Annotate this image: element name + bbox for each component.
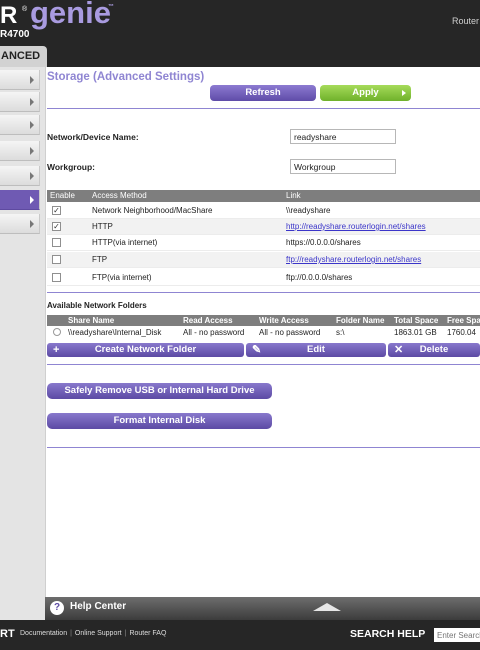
online-support-link[interactable]: Online Support xyxy=(75,630,122,637)
documentation-link[interactable]: Documentation xyxy=(20,630,67,637)
read-access: All - no password xyxy=(183,328,245,337)
folder-radio[interactable] xyxy=(53,328,61,336)
footer-links: Documentation | Online Support | Router FAQ xyxy=(20,630,166,637)
header-access-method: Access Method xyxy=(92,191,147,200)
enable-checkbox[interactable]: ✓ xyxy=(52,222,61,231)
chevron-right-icon xyxy=(30,147,34,155)
brand-registered-mark: ® xyxy=(22,6,28,13)
access-link: https://0.0.0.0/shares xyxy=(286,238,361,247)
enable-checkbox[interactable] xyxy=(52,238,61,247)
edit-button[interactable]: ✎ Edit xyxy=(246,343,386,357)
delete-label: Delete xyxy=(419,344,449,355)
divider xyxy=(47,364,480,365)
divider xyxy=(47,292,480,293)
table-row: HTTP(via internet) https://0.0.0.0/share… xyxy=(47,235,480,251)
folders-table-header: Share Name Read Access Write Access Fold… xyxy=(47,315,480,326)
apply-label: Apply xyxy=(352,87,379,98)
folder-name: s:\ xyxy=(336,328,345,337)
share-name: \\readyshare\Internal_Disk xyxy=(68,328,162,337)
safely-remove-usb-button[interactable]: Safely Remove USB or Internal Hard Drive xyxy=(47,383,272,399)
apply-button[interactable]: Apply xyxy=(320,85,411,101)
access-method: HTTP xyxy=(92,222,113,231)
create-folder-label: Create Network Folder xyxy=(94,344,197,355)
create-network-folder-button[interactable]: + Create Network Folder xyxy=(47,343,244,357)
brand-letter: R xyxy=(0,2,18,29)
divider xyxy=(47,108,480,109)
separator: | xyxy=(70,630,72,637)
genie-logo: genie xyxy=(30,0,111,30)
table-row: ✓ HTTP http://readyshare.routerlogin.net… xyxy=(47,219,480,235)
router-label: Router xyxy=(452,16,480,26)
enable-checkbox[interactable] xyxy=(52,255,61,264)
chevron-right-icon xyxy=(30,196,34,204)
sidebar-item-7[interactable] xyxy=(0,214,40,234)
help-center-bar[interactable]: ? Help Center xyxy=(45,597,480,620)
folders-title: Available Network Folders xyxy=(47,301,147,310)
table-row: FTP ftp://readyshare.routerlogin.net/sha… xyxy=(47,252,480,268)
enable-checkbox[interactable] xyxy=(52,273,61,282)
chevron-right-icon xyxy=(30,76,34,84)
sidebar-item-4[interactable] xyxy=(0,141,40,161)
free-space: 1760.04 xyxy=(447,328,476,337)
tab-advanced[interactable]: ANCED xyxy=(0,46,47,67)
access-method: FTP(via internet) xyxy=(92,273,152,282)
play-arrow-icon xyxy=(402,90,406,96)
edit-label: Edit xyxy=(307,344,325,355)
sidebar-item-2[interactable] xyxy=(0,92,40,112)
search-help-label: SEARCH HELP xyxy=(350,628,426,640)
enable-checkbox[interactable]: ✓ xyxy=(52,206,61,215)
sidebar-item-3[interactable] xyxy=(0,115,40,135)
sidebar-item-1[interactable] xyxy=(0,70,40,90)
top-header: R ® genie ™ R4700 Router ANCED xyxy=(0,0,480,67)
header-link: Link xyxy=(286,191,301,200)
expand-up-icon[interactable] xyxy=(313,603,341,611)
access-table-header: Enable Access Method Link xyxy=(47,190,480,202)
device-name-input[interactable] xyxy=(290,129,396,144)
header-read-access: Read Access xyxy=(183,316,233,325)
access-link[interactable]: http://readyshare.routerlogin.net/shares xyxy=(286,222,426,231)
total-space: 1863.01 GB xyxy=(394,328,437,337)
header-enable: Enable xyxy=(50,191,75,200)
trademark-mark: ™ xyxy=(108,4,114,10)
access-link: \\readyshare xyxy=(286,206,331,215)
header-share-name: Share Name xyxy=(68,316,115,325)
table-row: FTP(via internet) ftp://0.0.0.0/shares xyxy=(47,270,480,286)
search-input[interactable] xyxy=(434,628,480,642)
chevron-right-icon xyxy=(30,220,34,228)
device-name-label: Network/Device Name: xyxy=(47,132,139,142)
chevron-right-icon xyxy=(30,121,34,129)
footer: RT Documentation | Online Support | Router F… xyxy=(0,620,480,650)
header-folder-name: Folder Name xyxy=(336,316,385,325)
refresh-button[interactable]: Refresh xyxy=(210,85,316,101)
chevron-right-icon xyxy=(30,172,34,180)
header-total-space: Total Space xyxy=(394,316,439,325)
router-faq-link[interactable]: Router FAQ xyxy=(129,630,166,637)
page-title: Storage (Advanced Settings) xyxy=(47,71,205,83)
access-method: HTTP(via internet) xyxy=(92,238,158,247)
workgroup-input[interactable] xyxy=(290,159,396,174)
folder-row: \\readyshare\Internal_Disk All - no pass… xyxy=(47,327,480,341)
chevron-right-icon xyxy=(30,98,34,106)
sidebar-item-5[interactable] xyxy=(0,166,40,186)
sidebar-item-active[interactable] xyxy=(0,190,40,210)
footer-support-text: RT xyxy=(0,628,15,640)
header-free-space: Free Spa xyxy=(447,316,480,325)
access-link: ftp://0.0.0.0/shares xyxy=(286,273,353,282)
router-model: R4700 xyxy=(0,29,30,40)
divider xyxy=(47,447,480,448)
help-center-label: Help Center xyxy=(70,601,127,612)
table-row: ✓ Network Neighborhood/MacShare \\readys… xyxy=(47,203,480,219)
access-method: Network Neighborhood/MacShare xyxy=(92,206,213,215)
access-method: FTP xyxy=(92,255,108,264)
sidebar xyxy=(0,67,45,620)
delete-button[interactable]: ✕ Delete xyxy=(388,343,480,357)
help-icon: ? xyxy=(50,601,64,615)
format-internal-disk-button[interactable]: Format Internal Disk xyxy=(47,413,272,429)
workgroup-label: Workgroup: xyxy=(47,162,96,172)
write-access: All - no password xyxy=(259,328,321,337)
header-write-access: Write Access xyxy=(259,316,309,325)
separator: | xyxy=(124,630,127,637)
access-link[interactable]: ftp://readyshare.routerlogin.net/shares xyxy=(286,255,421,264)
